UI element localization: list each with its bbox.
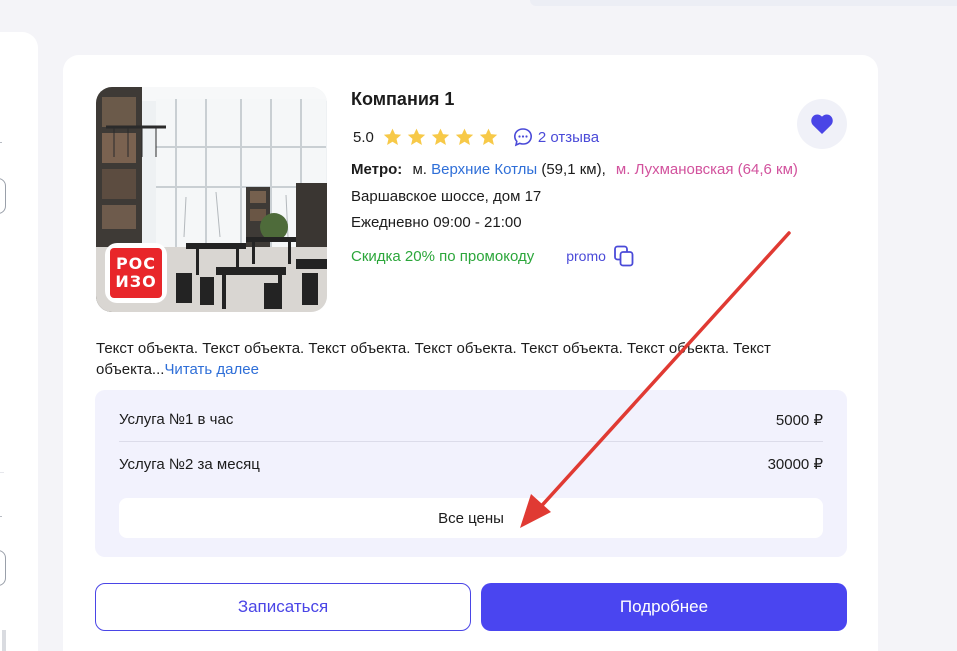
favorite-button[interactable] bbox=[797, 99, 847, 149]
metro-prefix: м. bbox=[412, 161, 427, 178]
service-price: 30000 ₽ bbox=[767, 456, 823, 473]
service-price: 5000 ₽ bbox=[775, 411, 823, 429]
panel-input[interactable] bbox=[0, 178, 6, 214]
metro-label: Метро: bbox=[351, 161, 403, 178]
left-filter-panel bbox=[0, 32, 38, 651]
reviews-count: 2 отзыва bbox=[537, 128, 600, 146]
metro-row: Метро: м. Верхние Котлы (59,1 км), м. Лу… bbox=[351, 161, 798, 178]
panel-input[interactable] bbox=[0, 550, 6, 586]
company-card: РОС ИЗО Компания 1 5.0 2 отзыва Метро: м… bbox=[63, 55, 878, 651]
panel-dash bbox=[0, 142, 2, 143]
company-photo[interactable]: РОС ИЗО bbox=[96, 87, 327, 312]
panel-divider bbox=[0, 472, 4, 473]
metro-distance-1: (59,1 км), bbox=[541, 161, 606, 178]
reviews-link[interactable]: 2 отзыва bbox=[513, 127, 599, 147]
logo-text-top: РОС bbox=[115, 254, 157, 273]
promo-code[interactable]: promo bbox=[566, 248, 606, 264]
star-icon bbox=[479, 128, 498, 145]
rating-row: 5.0 2 отзыва bbox=[353, 125, 599, 149]
prices-panel: Услуга №1 в час 5000 ₽ Услуга №2 за меся… bbox=[95, 390, 847, 557]
metro-station-2[interactable]: м. Лухмановская (64,6 км) bbox=[616, 161, 798, 178]
logo-mark: РОС ИЗО bbox=[110, 248, 162, 298]
chat-bubble-icon bbox=[513, 128, 532, 147]
top-strip bbox=[530, 0, 957, 6]
logo-text-bottom: ИЗО bbox=[115, 272, 157, 291]
rating-value: 5.0 bbox=[353, 128, 374, 146]
panel-dash bbox=[0, 516, 2, 517]
book-button[interactable]: Записаться bbox=[95, 583, 471, 631]
details-button[interactable]: Подробнее bbox=[481, 583, 847, 631]
star-icon bbox=[431, 128, 450, 145]
copy-icon[interactable] bbox=[612, 244, 636, 268]
panel-scrollbar[interactable] bbox=[2, 630, 6, 651]
star-icon bbox=[455, 128, 474, 145]
star-icon bbox=[407, 128, 426, 145]
promo-row: Скидка 20% по промокоду promo bbox=[351, 243, 636, 269]
company-logo: РОС ИЗО bbox=[105, 243, 167, 303]
working-hours: Ежедневно 09:00 - 21:00 bbox=[351, 214, 522, 231]
discount-text: Скидка 20% по промокоду bbox=[351, 247, 535, 265]
heart-icon bbox=[811, 114, 833, 134]
metro-station-1[interactable]: Верхние Котлы bbox=[431, 161, 537, 178]
all-prices-button[interactable]: Все цены bbox=[119, 498, 823, 538]
service-name: Услуга №2 за месяц bbox=[119, 455, 260, 473]
description: Текст объекта. Текст объекта. Текст объе… bbox=[96, 338, 826, 380]
service-name: Услуга №1 в час bbox=[119, 411, 234, 428]
company-title[interactable]: Компания 1 bbox=[351, 89, 454, 110]
price-row: Услуга №2 за месяц 30000 ₽ bbox=[119, 442, 823, 486]
read-more-link[interactable]: Читать далее bbox=[164, 361, 258, 378]
address: Варшавское шоссе, дом 17 bbox=[351, 188, 542, 205]
rating-stars bbox=[382, 127, 499, 148]
star-icon bbox=[383, 128, 402, 145]
price-row: Услуга №1 в час 5000 ₽ bbox=[119, 398, 823, 442]
